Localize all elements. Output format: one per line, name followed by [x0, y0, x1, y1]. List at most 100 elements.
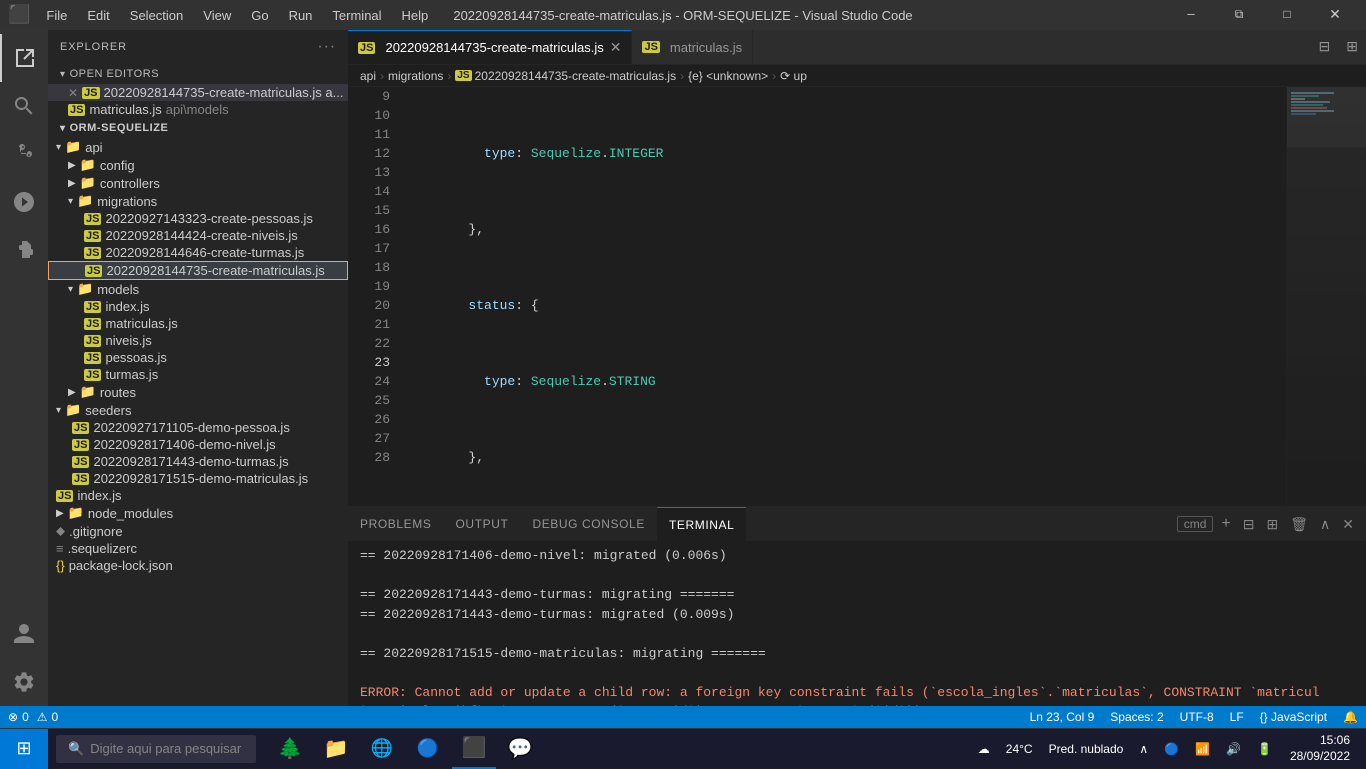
activity-explorer[interactable]: [0, 34, 48, 82]
taskbar-search[interactable]: 🔍 Digite aqui para pesquisar: [56, 735, 256, 763]
activity-source-control[interactable]: [0, 130, 48, 178]
gitignore-label: .gitignore: [69, 524, 122, 539]
file-gitignore[interactable]: ⬥ .gitignore: [48, 522, 348, 540]
status-eol[interactable]: LF: [1222, 706, 1252, 728]
breadcrumb-unknown[interactable]: {e} <unknown>: [688, 69, 768, 83]
breadcrumb-migrations[interactable]: migrations: [388, 69, 443, 83]
file-create-turmas[interactable]: JS 20220928144646-create-turmas.js: [48, 244, 348, 261]
file-matriculas-model[interactable]: JS matriculas.js: [48, 315, 348, 332]
status-encoding[interactable]: UTF-8: [1172, 706, 1222, 728]
weather-desc: Pred. nublado: [1043, 742, 1130, 756]
terminal-collapse-button[interactable]: ∧: [1316, 514, 1334, 535]
line-num-26: 26: [356, 410, 390, 429]
file-create-matriculas[interactable]: JS 20220928144735-create-matriculas.js: [48, 261, 348, 280]
taskbar-app-vscode[interactable]: ⬛: [452, 729, 496, 769]
restore-button[interactable]: ⧉: [1216, 0, 1262, 30]
editor-layout-button[interactable]: ⊟: [1311, 39, 1339, 56]
menu-terminal[interactable]: Terminal: [324, 8, 389, 23]
sound-icon[interactable]: 🔊: [1220, 742, 1247, 756]
panel-tab-debug[interactable]: DEBUG CONSOLE: [520, 507, 657, 541]
battery-icon[interactable]: 🔋: [1251, 742, 1278, 756]
activity-extensions[interactable]: [0, 226, 48, 274]
file-demo-turmas[interactable]: JS 20220928171443-demo-turmas.js: [48, 453, 348, 470]
file-demo-pessoa[interactable]: JS 20220927171105-demo-pessoa.js: [48, 419, 348, 436]
menu-run[interactable]: Run: [281, 8, 321, 23]
sidebar-more-options[interactable]: ···: [317, 38, 336, 56]
start-button[interactable]: ⊞: [0, 729, 48, 769]
folder-node-modules[interactable]: ▶ 📁 node_modules: [48, 504, 348, 522]
open-editor-matriculas-js-file[interactable]: ✕ JS 20220928144735-create-matriculas.js…: [48, 84, 348, 101]
tray-expand[interactable]: ∧: [1133, 742, 1154, 756]
file-create-pessoas[interactable]: JS 20220927143323-create-pessoas.js: [48, 210, 348, 227]
api-folder-icon: 📁: [65, 139, 81, 155]
tab-matriculas[interactable]: JS matriculas.js: [632, 30, 753, 64]
menu-edit[interactable]: Edit: [79, 8, 117, 23]
status-spaces[interactable]: Spaces: 2: [1102, 706, 1171, 728]
folder-controllers[interactable]: ▶ 📁 controllers: [48, 174, 348, 192]
file-sequelizerc[interactable]: ≡ .sequelizerc: [48, 540, 348, 557]
line-num-27: 27: [356, 429, 390, 448]
close-button[interactable]: ✕: [1312, 0, 1358, 30]
panel-tab-terminal[interactable]: TERMINAL: [657, 507, 746, 541]
status-notifications[interactable]: 🔔: [1335, 706, 1366, 728]
status-language[interactable]: {} JavaScript: [1252, 706, 1335, 728]
file-turmas-model[interactable]: JS turmas.js: [48, 366, 348, 383]
breadcrumb-file[interactable]: JS 20220928144735-create-matriculas.js: [455, 69, 676, 83]
activity-account[interactable]: [0, 610, 48, 658]
menu-help[interactable]: Help: [394, 8, 437, 23]
code-content[interactable]: type: Sequelize.INTEGER }, status: { typ…: [398, 87, 1286, 506]
menu-file[interactable]: File: [38, 8, 75, 23]
file-package-lock[interactable]: {} package-lock.json: [48, 557, 348, 574]
taskbar-app-chat[interactable]: 💬: [498, 729, 542, 769]
line-num-15: 15: [356, 201, 390, 220]
taskbar-app-tree[interactable]: 🌲: [268, 729, 312, 769]
orm-sequelize-section[interactable]: ▾ ORM-SEQUELIZE: [48, 118, 348, 138]
terminal-add-button[interactable]: +: [1217, 513, 1234, 535]
activity-run-debug[interactable]: [0, 178, 48, 226]
panel-close-button[interactable]: ✕: [1338, 514, 1358, 535]
file-pessoas-model[interactable]: JS pessoas.js: [48, 349, 348, 366]
panel-content[interactable]: == 20220928171406-demo-nivel: migrated (…: [348, 542, 1366, 706]
folder-config[interactable]: ▶ 📁 config: [48, 156, 348, 174]
file-niveis-model[interactable]: JS niveis.js: [48, 332, 348, 349]
activity-search[interactable]: [0, 82, 48, 130]
bluetooth-icon[interactable]: 🔵: [1158, 742, 1185, 756]
network-icon[interactable]: 📶: [1189, 742, 1216, 756]
open-editor-matriculas-model[interactable]: JS matriculas.js api\models: [48, 101, 348, 118]
taskbar-app-browser[interactable]: 🌐: [360, 729, 404, 769]
file-index-js[interactable]: JS index.js: [48, 298, 348, 315]
close-icon[interactable]: ✕: [68, 86, 78, 100]
panel-tab-problems[interactable]: PROBLEMS: [348, 507, 444, 541]
file-demo-nivel[interactable]: JS 20220928171406-demo-nivel.js: [48, 436, 348, 453]
breadcrumb-up[interactable]: ⟳ up: [780, 69, 807, 83]
status-errors[interactable]: ⊗ 0 ⚠ 0: [0, 706, 66, 728]
split-editor-button[interactable]: ⊞: [1338, 39, 1366, 56]
terminal-split-button[interactable]: ⊟: [1239, 514, 1259, 535]
menu-selection[interactable]: Selection: [122, 8, 191, 23]
folder-migrations[interactable]: ▾ 📁 migrations: [48, 192, 348, 210]
folder-models[interactable]: ▾ 📁 models: [48, 280, 348, 298]
status-position[interactable]: Ln 23, Col 9: [1022, 706, 1103, 728]
panel-tab-output[interactable]: OUTPUT: [444, 507, 521, 541]
folder-seeders[interactable]: ▾ 📁 seeders: [48, 401, 348, 419]
terminal-layout-button[interactable]: ⊞: [1263, 514, 1283, 535]
tab-close-1[interactable]: ✕: [610, 39, 622, 56]
file-create-niveis[interactable]: JS 20220928144424-create-niveis.js: [48, 227, 348, 244]
breadcrumb-api[interactable]: api: [360, 69, 376, 83]
taskbar-time[interactable]: 15:06 28/09/2022: [1282, 733, 1358, 764]
taskbar-app-explorer[interactable]: 📁: [314, 729, 358, 769]
folder-api[interactable]: ▾ 📁 api: [48, 138, 348, 156]
activity-settings[interactable]: [0, 658, 48, 706]
menu-view[interactable]: View: [195, 8, 239, 23]
file-demo-matriculas[interactable]: JS 20220928171515-demo-matriculas.js: [48, 470, 348, 487]
file-root-index[interactable]: JS index.js: [48, 487, 348, 504]
maximize-button[interactable]: □: [1264, 0, 1310, 30]
weather-temp: 24°C: [1000, 742, 1039, 756]
minimize-button[interactable]: ─: [1168, 0, 1214, 30]
tab-create-matriculas[interactable]: JS 20220928144735-create-matriculas.js ✕: [348, 30, 632, 64]
menu-go[interactable]: Go: [243, 8, 276, 23]
open-editors-section[interactable]: ▾ OPEN EDITORS: [48, 64, 348, 84]
taskbar-app-edge[interactable]: 🔵: [406, 729, 450, 769]
folder-routes[interactable]: ▶ 📁 routes: [48, 383, 348, 401]
terminal-trash-button[interactable]: 🗑: [1286, 514, 1312, 535]
